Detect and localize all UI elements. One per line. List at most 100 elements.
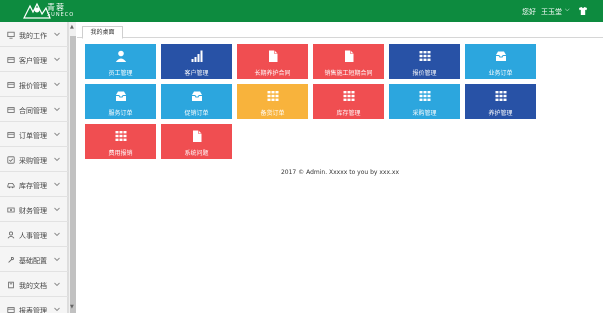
sidebar-item-label: 订单管理 [19,132,47,140]
tile-label: 销售施工短期合同 [324,70,373,77]
top-bar: 青蓉 SUNECO 您好 王玉堂 ⌵ [0,0,603,22]
grid-icon [495,91,507,101]
sidebar-item[interactable]: 报表管理 [0,297,68,313]
shortcut-tile[interactable]: 采购管理 [389,84,460,119]
sidebar-item[interactable]: 订单管理 [0,122,68,147]
chevron-down-icon[interactable] [53,55,61,63]
sidebar-item[interactable]: 合同管理 [0,97,68,122]
shortcut-tile[interactable]: 业务订单 [465,44,536,79]
sidebar-item[interactable]: 基础配置 [0,247,68,272]
sidebar-item[interactable]: 财务管理 [0,197,68,222]
monitor-icon [7,31,15,39]
sidebar: 我的工作客户管理报价管理合同管理订单管理采购管理库存管理财务管理人事管理基础配置… [0,22,68,313]
tile-label: 费用报销 [108,150,133,157]
card-icon [7,307,15,313]
card-icon [7,132,15,138]
signal-icon [191,50,203,62]
user-menu[interactable]: 王玉堂 [541,7,562,17]
chevron-down-icon[interactable] [53,205,61,213]
shortcut-tile[interactable]: 系统问题 [161,124,232,159]
check-icon [7,156,15,164]
chevron-down-icon[interactable] [53,30,61,38]
sidebar-item-label: 人事管理 [19,232,47,240]
sidebar-item-label: 客户管理 [19,57,47,65]
sidebar-item-label: 合同管理 [19,107,47,115]
grid-icon [419,91,431,101]
grid-icon [419,51,431,61]
chevron-down-icon[interactable] [53,130,61,138]
shortcut-tile[interactable]: 费用报销 [85,124,156,159]
sidebar-item[interactable]: 人事管理 [0,222,68,247]
grid-icon [115,131,127,141]
user-icon [115,50,127,62]
chevron-down-icon[interactable] [53,180,61,188]
sidebar-item[interactable]: 采购管理 [0,147,68,172]
brand-subtitle: SUNECO [47,12,75,18]
footer-copyright: 2017 © Admin. Xxxxx to you by xxx.xx [280,169,400,176]
card-icon [7,57,15,63]
card-icon [7,107,15,113]
tile-label: 促销订单 [184,110,209,117]
greeting-text: 您好 [522,8,536,16]
wrench-icon [8,256,14,263]
tab-bar: 我的桌面 [77,22,603,39]
inbox-icon [192,91,202,101]
shortcut-tile[interactable]: 销售施工短期合同 [313,44,384,79]
scroll-up-arrow-icon[interactable]: ▲ [70,24,74,30]
shortcut-tile[interactable]: 库存管理 [313,84,384,119]
shortcut-tile[interactable]: 促销订单 [161,84,232,119]
scroll-down-arrow-icon[interactable]: ▼ [70,304,74,310]
chevron-down-icon[interactable] [53,105,61,113]
book-icon [8,281,14,289]
shortcut-tile[interactable]: 长期养护合同 [237,44,308,79]
shortcut-tile[interactable]: 员工管理 [85,44,156,79]
sidebar-item[interactable]: 我的文档 [0,272,68,297]
tile-label: 养护管理 [488,110,513,117]
tile-label: 客户管理 [184,70,209,77]
tile-label: 业务订单 [488,70,513,77]
tile-label: 员工管理 [108,70,133,77]
sidebar-item-label: 报价管理 [19,82,47,90]
file-icon [269,50,278,62]
file-icon [345,50,354,62]
sidebar-item-label: 报表管理 [19,307,47,313]
sidebar-item-label: 我的工作 [19,32,47,40]
chevron-down-icon[interactable] [53,280,61,288]
sidebar-item[interactable]: 库存管理 [0,172,68,197]
sidebar-item-label: 财务管理 [19,207,47,215]
chevron-down-icon[interactable] [53,230,61,238]
chevron-down-icon[interactable] [53,80,61,88]
tile-label: 备货订单 [260,110,285,117]
grid-icon [343,91,355,101]
shortcut-tile[interactable]: 客户管理 [161,44,232,79]
shortcut-tile[interactable]: 备货订单 [237,84,308,119]
chevron-down-icon[interactable] [53,155,61,163]
tile-label: 长期养护合同 [254,70,291,77]
inbox-icon [496,51,506,61]
chevron-down-icon[interactable] [53,255,61,263]
tab-my-desktop[interactable]: 我的桌面 [82,26,123,39]
shortcut-tile[interactable]: 服务订单 [85,84,156,119]
sidebar-scrollbar[interactable]: ▲ ▼ [68,22,76,313]
inbox-icon [116,91,126,101]
shirt-icon[interactable] [578,6,588,16]
tile-label: 库存管理 [336,110,361,117]
shortcut-tile[interactable]: 养护管理 [465,84,536,119]
sidebar-item[interactable]: 客户管理 [0,47,68,72]
sidebar-item[interactable]: 我的工作 [0,22,68,47]
grid-icon [267,91,279,101]
sidebar-item-label: 采购管理 [19,157,47,165]
user-icon [7,231,15,239]
shortcut-tile[interactable]: 报价管理 [389,44,460,79]
sidebar-item[interactable]: 报价管理 [0,72,68,97]
chevron-down-icon[interactable] [53,305,61,313]
file-icon [193,130,202,142]
tile-label: 报价管理 [412,70,437,77]
chevron-down-icon[interactable]: ⌵ [565,6,570,14]
car-icon [7,183,15,189]
scroll-thumb[interactable] [70,36,76,313]
sidebar-item-label: 基础配置 [19,257,47,265]
sidebar-item-label: 我的文档 [19,282,47,290]
tile-label: 采购管理 [412,110,437,117]
sidebar-item-label: 库存管理 [19,182,47,190]
